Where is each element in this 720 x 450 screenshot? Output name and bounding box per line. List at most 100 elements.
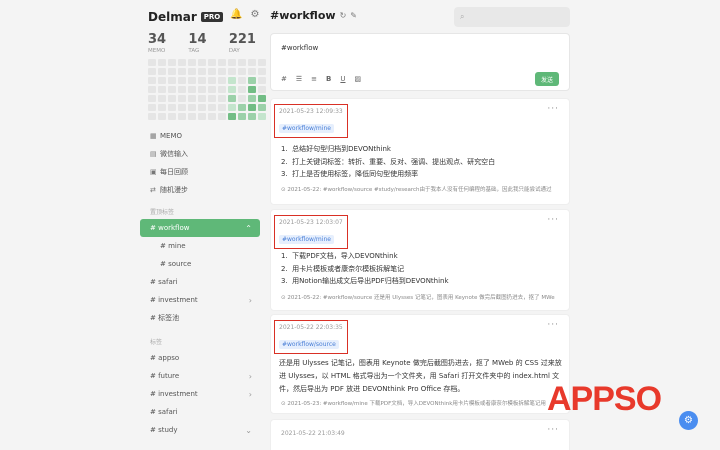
sidebar-item-investment-tag[interactable]: # investment › (140, 385, 260, 403)
more-icon[interactable]: ··· (547, 215, 559, 225)
stat-tag-label: TAG (188, 48, 200, 54)
send-button[interactable]: 发送 (535, 72, 559, 86)
heatmap-cell (258, 104, 266, 111)
stat-memo: 34 MEMO (148, 32, 166, 54)
sidebar-item-future[interactable]: # future › (140, 367, 260, 385)
sidebar-item-label: 随机漫步 (160, 186, 188, 194)
sidebar-item-review[interactable]: ▣ 每日回顾 (140, 163, 260, 181)
heatmap-cell (168, 68, 176, 75)
sidebar-item-workflow[interactable]: # workflow ⌃ (140, 219, 260, 237)
calendar-icon: ▣ (150, 168, 157, 176)
memo-reference[interactable]: ⊙ 2021-05-22: #workflow/source 还是用 Ulyss… (281, 293, 567, 301)
heatmap-cell (178, 95, 186, 102)
sidebar-item-label: # study (150, 426, 178, 434)
heatmap-cell (218, 59, 226, 66)
heatmap-cell (238, 86, 246, 93)
sidebar-item-label: 每日回顾 (160, 168, 188, 176)
heatmap-cell (198, 68, 206, 75)
sidebar-item-source[interactable]: # source (140, 255, 260, 273)
memo-tag[interactable]: #workflow/mine (279, 124, 334, 133)
list-item: 2. 打上关键词标签：转折、重要、反对、强调、提出观点、研究空白 (281, 157, 496, 166)
more-icon[interactable]: ··· (547, 320, 559, 330)
bullet-list-icon[interactable]: ≡ (311, 75, 317, 83)
app-window: Delmar PRO 🔔 ⚙ 34 MEMO 14 TAG 221 DAY ▦ … (0, 0, 720, 450)
settings-icon[interactable]: ⚙ (250, 9, 259, 20)
heatmap-cell (178, 104, 186, 111)
hash-icon[interactable]: # (281, 75, 287, 83)
heatmap-cell (258, 59, 266, 66)
heatmap-cell (178, 86, 186, 93)
memo-editor[interactable]: #workflow # ☰ ≡ B U ▨ 发送 (270, 33, 570, 91)
sidebar-item-safari-tag[interactable]: # safari (140, 403, 260, 421)
memo-reference[interactable]: ⊙ 2021-05-23: #workflow/mine 下载PDF文档，导入D… (281, 399, 567, 407)
sidebar-item-study[interactable]: # study ⌄ (140, 421, 260, 439)
sidebar-item-appso[interactable]: # appso (140, 349, 260, 367)
heatmap-cell (168, 95, 176, 102)
chevron-right-icon[interactable]: › (249, 296, 252, 305)
sidebar-item-label: # safari (150, 278, 178, 286)
refresh-icon[interactable]: ↻ (340, 11, 347, 20)
memo-tag[interactable]: #workflow/mine (279, 235, 334, 244)
sidebar-item-tag-pool[interactable]: # 标签池 (140, 309, 260, 327)
memo-reference[interactable]: ⊙ 2021-05-22: #workflow/source #study/re… (281, 185, 567, 193)
heatmap-cell (168, 113, 176, 120)
stat-day-value: 221 (228, 32, 256, 47)
more-icon[interactable]: ··· (547, 425, 559, 435)
sidebar-item-label: # safari (150, 408, 178, 416)
editor-content[interactable]: #workflow (281, 44, 318, 52)
chat-icon: ▤ (150, 150, 157, 158)
heatmap-cell (188, 113, 196, 120)
heatmap-cell (168, 86, 176, 93)
list-item: 1. 总结好句型归档到DEVONthink (281, 145, 391, 153)
highlight-box: 2021-05-23 12:03:07 #workflow/mine (274, 215, 348, 249)
sidebar-item-random[interactable]: ⇄ 随机漫步 (140, 181, 260, 199)
memo-text: 还是用 Ulysses 记笔记，图表用 Keynote 做完后截图扔进去，抠了 … (279, 359, 562, 393)
watermark-logo: APPSO (547, 380, 662, 418)
underline-icon[interactable]: U (340, 75, 345, 83)
sidebar-item-memo[interactable]: ▦ MEMO (140, 127, 260, 145)
heatmap-cell (188, 86, 196, 93)
heatmap-cell (148, 95, 156, 102)
heatmap-cell (178, 77, 186, 84)
heatmap-cell (248, 59, 256, 66)
heatmap-cell (218, 104, 226, 111)
stat-day-label: DAY (228, 48, 240, 54)
chevron-right-icon[interactable]: › (249, 372, 252, 381)
heatmap-cell (208, 95, 216, 102)
chevron-down-icon[interactable]: ⌄ (245, 426, 252, 435)
edit-icon[interactable]: ✎ (350, 11, 357, 20)
heatmap-cell (188, 68, 196, 75)
pro-badge: PRO (200, 12, 224, 22)
heatmap-cell (208, 68, 216, 75)
stat-day: 221 DAY (229, 32, 256, 54)
chevron-up-icon[interactable]: ⌃ (245, 224, 252, 233)
brand-name: Delmar (148, 10, 197, 24)
heatmap-cell (248, 104, 256, 111)
chevron-right-icon[interactable]: › (249, 390, 252, 399)
memo-date: 2021-05-23 12:03:07 (279, 219, 343, 226)
numbered-list-icon[interactable]: ☰ (296, 75, 302, 83)
image-icon[interactable]: ▨ (355, 75, 362, 83)
page-title-text: #workflow (270, 9, 336, 22)
search-input[interactable] (468, 13, 559, 21)
sidebar-item-label: # future (150, 372, 180, 380)
sidebar-item-label: # workflow (150, 224, 190, 232)
sidebar-item-safari[interactable]: # safari (140, 273, 260, 291)
memo-tag[interactable]: #workflow/source (279, 340, 339, 349)
sidebar-item-label: # mine (160, 242, 186, 250)
heatmap-cell (158, 68, 166, 75)
search-box[interactable]: ⌕ (454, 7, 570, 27)
bold-icon[interactable]: B (326, 75, 331, 83)
settings-fab-icon[interactable]: ⚙ (679, 411, 698, 430)
more-icon[interactable]: ··· (547, 104, 559, 114)
sidebar-item-wechat[interactable]: ▤ 微信输入 (140, 145, 260, 163)
heatmap-cell (198, 113, 206, 120)
sidebar-item-mine[interactable]: # mine (140, 237, 260, 255)
highlight-box: 2021-05-23 12:09:33 #workflow/mine (274, 104, 348, 138)
highlight-box: 2021-05-22 22:03:35 #workflow/source (274, 320, 348, 354)
heatmap-cell (178, 59, 186, 66)
sidebar-item-investment[interactable]: # investment › (140, 291, 260, 309)
search-icon: ⌕ (460, 12, 465, 21)
pinned-tags-title: 置顶标签 (150, 208, 175, 216)
bell-icon[interactable]: 🔔 (230, 9, 242, 20)
